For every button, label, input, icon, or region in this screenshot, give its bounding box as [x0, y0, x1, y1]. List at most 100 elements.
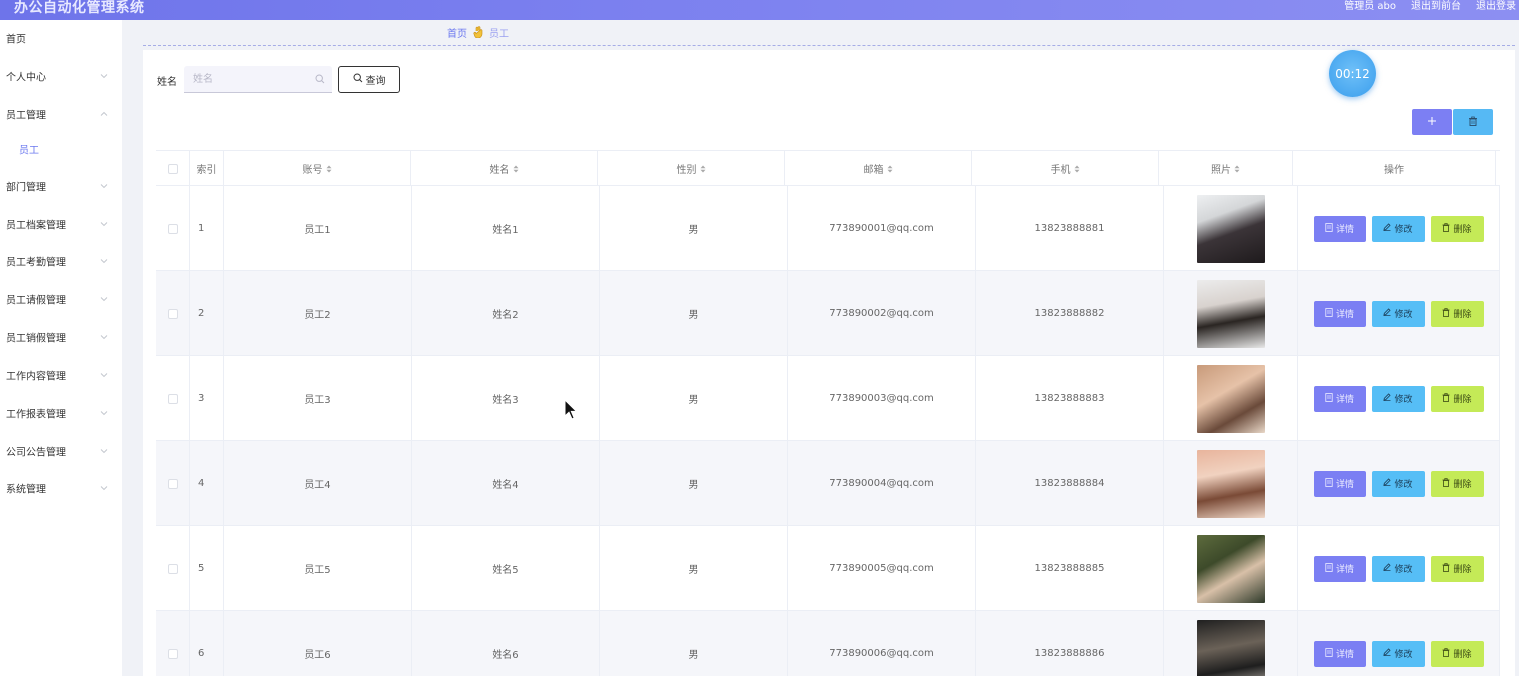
header-account[interactable]: 账号	[224, 151, 411, 186]
delete-button[interactable]: 删除	[1430, 555, 1484, 582]
detail-button[interactable]: 详情	[1313, 555, 1366, 582]
delete-button[interactable]: 删除	[1430, 640, 1484, 667]
sidebar-item[interactable]: 员工	[0, 136, 122, 162]
sidebar-item[interactable]: 员工请假管理	[0, 286, 122, 312]
exit-to-front-link[interactable]: 退出到前台	[1411, 0, 1461, 14]
header-phone[interactable]: 手机	[972, 151, 1159, 186]
select-all-checkbox[interactable]	[167, 163, 178, 174]
detail-button[interactable]: 详情	[1313, 640, 1366, 667]
detail-button[interactable]: 详情	[1313, 300, 1366, 327]
phone-value: 13823888886	[1034, 648, 1105, 659]
detail-button[interactable]: 详情	[1313, 385, 1366, 412]
select-cell	[156, 271, 190, 356]
sort-icon[interactable]	[1234, 165, 1240, 173]
edit-button[interactable]: 修改	[1371, 385, 1425, 412]
pencil-icon	[1383, 648, 1392, 659]
chevron-down-icon	[99, 181, 109, 191]
delete-button[interactable]: 删除	[1430, 385, 1484, 412]
employee-photo[interactable]	[1196, 364, 1265, 433]
batch-delete-button[interactable]	[1453, 109, 1493, 135]
edit-button[interactable]: 修改	[1371, 470, 1425, 497]
header-email[interactable]: 邮箱	[785, 151, 972, 186]
edit-button[interactable]: 修改	[1371, 555, 1425, 582]
actions-cell: 详情 修改 删除	[1298, 186, 1500, 271]
edit-button-label: 修改	[1394, 225, 1413, 235]
table-row: 4 员工4 姓名4 男 773890004@qq.com 13823888884 详情 修改 删…	[156, 441, 1500, 526]
account-cell: 员工1	[224, 186, 412, 271]
chevron-down-icon	[99, 370, 109, 380]
sidebar-item[interactable]: 工作内容管理	[0, 362, 122, 388]
sidebar-item[interactable]: 个人中心	[0, 63, 122, 89]
index-cell: 3	[190, 356, 224, 441]
delete-button[interactable]: 删除	[1430, 470, 1484, 497]
sidebar-item[interactable]: 员工档案管理	[0, 211, 122, 237]
employee-photo[interactable]	[1196, 534, 1265, 603]
query-button[interactable]: 查询	[338, 66, 400, 93]
sort-icon[interactable]	[326, 165, 332, 173]
employee-photo[interactable]	[1196, 194, 1265, 263]
header-name-label: 姓名	[489, 165, 510, 176]
phone-cell: 13823888881	[976, 186, 1164, 271]
header-name[interactable]: 姓名	[411, 151, 598, 186]
edit-button[interactable]: 修改	[1371, 215, 1425, 242]
detail-button[interactable]: 详情	[1313, 470, 1366, 497]
row-checkbox[interactable]	[167, 223, 178, 234]
header-index-label: 索引	[196, 165, 217, 176]
delete-button-label: 删除	[1453, 650, 1472, 660]
sort-icon[interactable]	[1074, 165, 1080, 173]
sort-icon[interactable]	[887, 165, 893, 173]
sidebar-item-label: 工作内容管理	[6, 371, 66, 383]
phone-cell: 13823888885	[976, 526, 1164, 611]
sidebar-item[interactable]: 员工管理	[0, 101, 122, 127]
add-button[interactable]	[1412, 109, 1452, 135]
table-row: 6 员工6 姓名6 男 773890006@qq.com 13823888886 详情 修改 删…	[156, 611, 1500, 676]
sidebar-item[interactable]: 工作报表管理	[0, 400, 122, 426]
document-icon	[1325, 562, 1333, 575]
name-value: 姓名3	[492, 395, 519, 406]
logout-link[interactable]: 退出登录	[1476, 0, 1516, 14]
breadcrumb-home[interactable]: 首页	[447, 25, 467, 40]
sidebar-item[interactable]: 部门管理	[0, 173, 122, 199]
row-checkbox[interactable]	[167, 308, 178, 319]
index-cell: 6	[190, 611, 224, 676]
actions-cell: 详情 修改 删除	[1298, 611, 1500, 676]
employee-photo[interactable]	[1196, 619, 1265, 676]
email-value: 773890005@qq.com	[829, 563, 934, 574]
app-title: 办公自动化管理系统	[14, 0, 145, 16]
sort-icon[interactable]	[700, 165, 706, 173]
sidebar-item[interactable]: 员工考勤管理	[0, 248, 122, 274]
sidebar-item[interactable]: 公司公告管理	[0, 438, 122, 464]
gender-cell: 男	[600, 611, 788, 676]
gender-cell: 男	[600, 271, 788, 356]
gender-cell: 男	[600, 186, 788, 271]
edit-button[interactable]: 修改	[1371, 300, 1425, 327]
chevron-up-icon	[99, 109, 109, 119]
header-photo[interactable]: 照片	[1159, 151, 1293, 186]
edit-button[interactable]: 修改	[1371, 640, 1425, 667]
row-checkbox[interactable]	[167, 393, 178, 404]
delete-button[interactable]: 删除	[1430, 215, 1484, 242]
sort-icon[interactable]	[513, 165, 519, 173]
row-checkbox[interactable]	[167, 478, 178, 489]
delete-button-label: 删除	[1453, 310, 1472, 320]
delete-button[interactable]: 删除	[1430, 300, 1484, 327]
header-gender[interactable]: 性别	[598, 151, 785, 186]
row-checkbox[interactable]	[167, 563, 178, 574]
header-user-actions: 管理员 abo 退出到前台 退出登录	[1344, 0, 1516, 14]
sidebar-item-label: 公司公告管理	[6, 447, 66, 459]
sidebar-item-label: 员工销假管理	[6, 333, 66, 345]
sidebar-item[interactable]: 系统管理	[0, 475, 122, 501]
document-icon	[1325, 222, 1333, 235]
detail-button[interactable]: 详情	[1313, 215, 1366, 242]
employee-photo[interactable]	[1196, 449, 1265, 518]
breadcrumb-current: 员工	[489, 28, 509, 40]
sidebar-item-label: 员工档案管理	[6, 220, 66, 232]
employee-photo[interactable]	[1196, 279, 1265, 348]
sidebar-item[interactable]: 员工销假管理	[0, 324, 122, 350]
chevron-down-icon	[99, 294, 109, 304]
sidebar-item[interactable]: 首页	[0, 25, 122, 51]
pencil-icon	[1383, 223, 1392, 234]
photo-cell	[1164, 356, 1298, 441]
row-checkbox[interactable]	[167, 648, 178, 659]
search-name-input[interactable]	[184, 66, 332, 93]
